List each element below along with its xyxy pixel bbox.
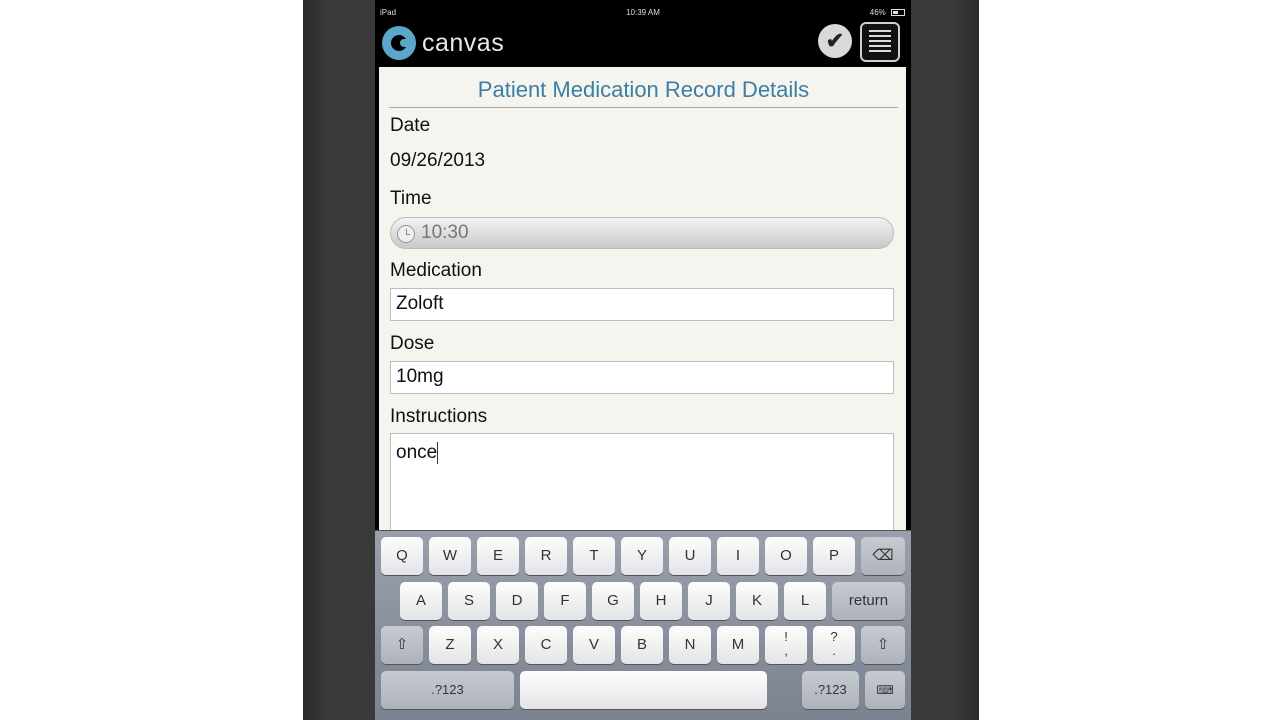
key-j[interactable]: J [688, 582, 730, 620]
menu-button[interactable] [860, 22, 900, 62]
key-y[interactable]: Y [621, 537, 663, 575]
form-panel: Patient Medication Record Details Date 0… [379, 67, 906, 530]
key-z[interactable]: Z [429, 626, 471, 664]
numbers-key-left[interactable]: .?123 [381, 671, 514, 709]
time-picker[interactable]: 10:30 [390, 217, 894, 249]
battery-indicator: 46% [870, 8, 905, 17]
key-s[interactable]: S [448, 582, 490, 620]
key-g[interactable]: G [592, 582, 634, 620]
exclamation-comma-key[interactable]: ! , [765, 626, 807, 664]
key-d[interactable]: D [496, 582, 538, 620]
key-e[interactable]: E [477, 537, 519, 575]
clock-icon [397, 225, 415, 243]
dose-field[interactable]: 10mg [390, 361, 894, 394]
onscreen-keyboard: Q W E R T Y U I O P ⌫ A S D F G H J K L … [375, 530, 911, 720]
shift-key-left[interactable]: ⇧ [381, 626, 423, 664]
key-t[interactable]: T [573, 537, 615, 575]
shift-icon: ⇧ [876, 636, 890, 653]
date-label: Date [390, 115, 431, 136]
medication-field[interactable]: Zoloft [390, 288, 894, 321]
logo-text: canvas [422, 28, 505, 57]
page-title: Patient Medication Record Details [389, 77, 898, 108]
key-k[interactable]: K [736, 582, 778, 620]
key-v[interactable]: V [573, 626, 615, 664]
backspace-key[interactable]: ⌫ [861, 537, 905, 575]
key-i[interactable]: I [717, 537, 759, 575]
dose-label: Dose [390, 333, 435, 354]
instructions-label: Instructions [390, 406, 488, 427]
shift-key-right[interactable]: ⇧ [861, 626, 905, 664]
hamburger-icon [869, 30, 891, 52]
key-u[interactable]: U [669, 537, 711, 575]
key-b[interactable]: B [621, 626, 663, 664]
instructions-text: once [396, 442, 438, 464]
time-value: 10:30 [421, 222, 469, 243]
hide-keyboard-key[interactable]: ⌨ [865, 671, 905, 709]
key-q[interactable]: Q [381, 537, 423, 575]
keyboard-hide-icon: ⌨ [876, 683, 894, 697]
return-key[interactable]: return [832, 582, 905, 620]
key-a[interactable]: A [400, 582, 442, 620]
instructions-field[interactable]: once [390, 433, 894, 530]
key-n[interactable]: N [669, 626, 711, 664]
shift-icon: ⇧ [395, 636, 409, 653]
key-h[interactable]: H [640, 582, 682, 620]
key-o[interactable]: O [765, 537, 807, 575]
battery-percent: 46% [869, 8, 886, 17]
ipad-frame: iPad 10:39 AM 46% canvas ✔ Patient Medic… [303, 0, 979, 720]
backspace-icon: ⌫ [872, 547, 894, 564]
key-c[interactable]: C [525, 626, 567, 664]
battery-icon [891, 9, 905, 17]
question-period-key[interactable]: ? . [813, 626, 855, 664]
space-bar[interactable] [520, 671, 767, 709]
date-value: 09/26/2013 [390, 150, 486, 171]
clock-time: 10:39 AM [626, 8, 660, 17]
key-f[interactable]: F [544, 582, 586, 620]
status-bar: iPad 10:39 AM 46% [375, 0, 911, 22]
medication-label: Medication [390, 260, 482, 281]
text-cursor [437, 442, 439, 464]
key-l[interactable]: L [784, 582, 826, 620]
ipad-screen: iPad 10:39 AM 46% canvas ✔ Patient Medic… [375, 0, 911, 720]
save-check-button[interactable]: ✔ [818, 24, 852, 58]
app-header: canvas ✔ [375, 22, 911, 67]
numbers-key-right[interactable]: .?123 [802, 671, 859, 709]
canvas-logo-icon [382, 26, 416, 60]
key-m[interactable]: M [717, 626, 759, 664]
key-p[interactable]: P [813, 537, 855, 575]
key-r[interactable]: R [525, 537, 567, 575]
key-w[interactable]: W [429, 537, 471, 575]
canvas-logo: canvas [382, 26, 504, 60]
checkmark-icon: ✔ [825, 28, 845, 53]
key-x[interactable]: X [477, 626, 519, 664]
time-label: Time [390, 188, 432, 209]
